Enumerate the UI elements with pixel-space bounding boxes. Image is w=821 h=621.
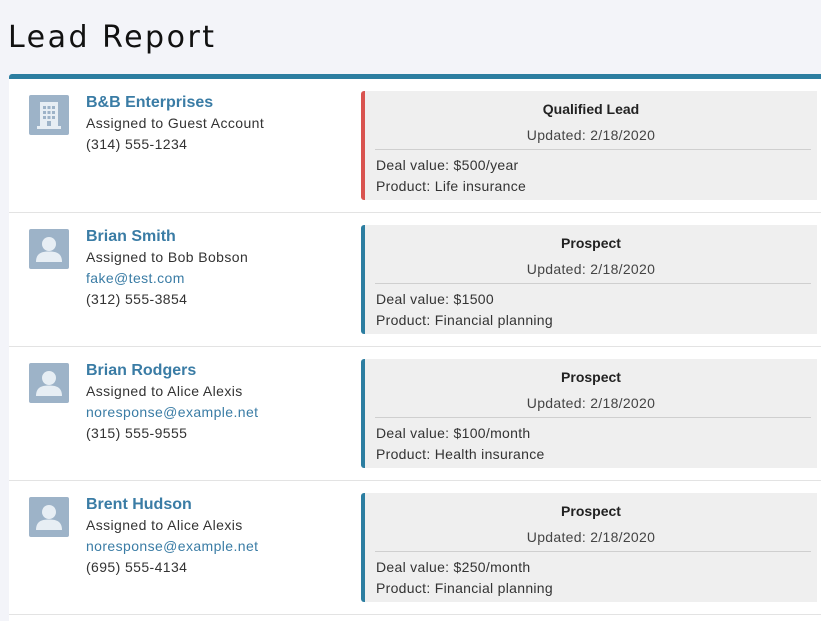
phone-text: (695) 555-4134 [86, 559, 188, 575]
person-icon [29, 497, 69, 537]
lead-name-link[interactable]: Brian Smith [86, 226, 248, 247]
assigned-text: Assigned to Guest Account [86, 115, 265, 131]
divider [375, 417, 811, 418]
phone-text: (314) 555-1234 [86, 136, 188, 152]
product-text: Product: Life insurance [376, 178, 527, 194]
building-icon [29, 95, 69, 135]
updated-date: Updated: 2/18/2020 [526, 529, 656, 545]
deal-value: Deal value: $100/month [376, 425, 531, 441]
deal-value: Deal value: $500/year [376, 157, 519, 173]
status-card: Prospect Updated: 2/18/2020 Deal value: … [361, 493, 817, 602]
lead-row: Brent Hudson Assigned to Alice Alexis no… [9, 481, 821, 615]
updated-date: Updated: 2/18/2020 [526, 127, 656, 143]
divider [375, 283, 811, 284]
updated-date: Updated: 2/18/2020 [526, 395, 656, 411]
person-icon [29, 363, 69, 403]
divider [375, 149, 811, 150]
status-card: Qualified Lead Updated: 2/18/2020 Deal v… [361, 91, 817, 200]
page-title: Lead Report [8, 20, 217, 55]
assigned-text: Assigned to Alice Alexis [86, 383, 243, 399]
deal-value: Deal value: $1500 [376, 291, 494, 307]
person-icon [29, 229, 69, 269]
email-link[interactable]: fake@test.com [86, 268, 248, 289]
phone-text: (315) 555-9555 [86, 425, 188, 441]
lead-name-link[interactable]: Brent Hudson [86, 494, 258, 515]
status-title: Prospect [561, 369, 621, 385]
lead-report-panel: B&B Enterprises Assigned to Guest Accoun… [9, 74, 821, 621]
updated-date: Updated: 2/18/2020 [526, 261, 656, 277]
status-title: Prospect [561, 503, 621, 519]
status-title: Prospect [561, 235, 621, 251]
lead-row: B&B Enterprises Assigned to Guest Accoun… [9, 79, 821, 213]
status-card: Prospect Updated: 2/18/2020 Deal value: … [361, 359, 817, 468]
product-text: Product: Financial planning [376, 580, 553, 596]
email-link[interactable]: noresponse@example.net [86, 536, 258, 557]
status-card: Prospect Updated: 2/18/2020 Deal value: … [361, 225, 817, 334]
product-text: Product: Health insurance [376, 446, 545, 462]
lead-row: Brian Rodgers Assigned to Alice Alexis n… [9, 347, 821, 481]
email-link[interactable]: noresponse@example.net [86, 402, 258, 423]
assigned-text: Assigned to Bob Bobson [86, 249, 249, 265]
status-title: Qualified Lead [542, 101, 640, 117]
phone-text: (312) 555-3854 [86, 291, 188, 307]
assigned-text: Assigned to Alice Alexis [86, 517, 243, 533]
lead-name-link[interactable]: B&B Enterprises [86, 92, 264, 113]
lead-row: Brian Smith Assigned to Bob Bobson fake@… [9, 213, 821, 347]
divider [375, 551, 811, 552]
product-text: Product: Financial planning [376, 312, 553, 328]
lead-name-link[interactable]: Brian Rodgers [86, 360, 258, 381]
deal-value: Deal value: $250/month [376, 559, 531, 575]
